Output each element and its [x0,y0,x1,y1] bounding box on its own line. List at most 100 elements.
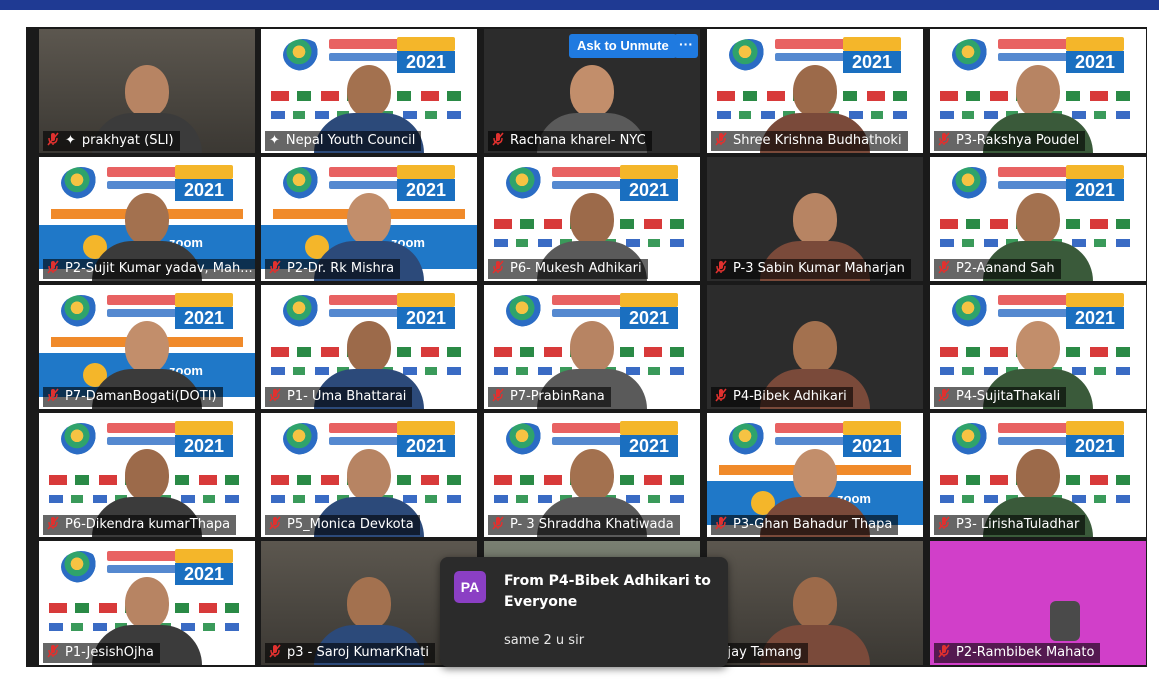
participant-tile[interactable]: 2021 P6- Mukesh Adhikari [484,157,700,281]
muted-mic-icon [715,132,727,146]
participant-tile[interactable]: 2021 P1- Uma Bhattarai [261,285,477,409]
participant-name: P7-PrabinRana [510,389,605,404]
participant-name: P4-SujitaThakali [956,389,1061,404]
banner-date-block [1066,293,1124,307]
participant-name: Bijay Tamang [715,645,802,660]
participant-name-label: P7-PrabinRana [488,387,611,407]
participant-name: p3 - Saroj KumarKhati [287,645,429,660]
participant-tile[interactable]: 2021 zoom P2-Dr. Rk Mishra [261,157,477,281]
participant-name-label: P1- Uma Bhattarai [265,387,413,407]
chat-sender-avatar: PA [454,571,486,603]
participant-tile[interactable]: 2021 ✦ Nepal Youth Council [261,29,477,153]
participant-tile[interactable]: 2021 P1-JesishOjha [39,541,255,665]
participant-tile[interactable]: 2021 P6-Dikendra kumarThapa [39,413,255,537]
muted-mic-icon [47,132,59,146]
banner-date-block [397,421,455,435]
banner-date-block [175,293,233,307]
participant-name-label: Shree Krishna Budhathoki [711,131,908,151]
participant-name-label: P3-Rakshya Poudel [934,131,1086,151]
chat-notification-popup[interactable]: PA From P4-Bibek Adhikari to Everyone sa… [440,557,728,667]
participant-name: P3-Ghan Bahadur Thapa [733,517,893,532]
more-options-button[interactable]: ··· [674,34,698,58]
participant-name: P2-Dr. Rk Mishra [287,261,395,276]
banner-date-block [620,165,678,179]
participant-name-label: P7-DamanBogati(DOTI) [43,387,223,407]
participant-name: P3- LirishaTuladhar [956,517,1080,532]
ask-to-unmute-button[interactable]: Ask to Unmute [569,34,677,58]
participant-name: P6-Dikendra kumarThapa [65,517,231,532]
participant-name-label: ✦ prakhyat (SLI) [43,131,180,151]
participant-tile[interactable]: P4-Bibek Adhikari [707,285,923,409]
participant-tile[interactable]: ✦ prakhyat (SLI) [39,29,255,153]
participant-name: Nepal Youth Council [285,133,416,148]
participant-tile[interactable]: 2021 P4-SujitaThakali [930,285,1146,409]
banner-date-block [620,293,678,307]
muted-mic-icon [269,260,281,274]
participant-name-label: P- 3 Shraddha Khatiwada [488,515,680,535]
participant-tile[interactable]: 2021 P5_Monica Devkota [261,413,477,537]
muted-mic-icon [269,644,281,658]
banner-date-block [843,37,901,51]
participant-tile[interactable]: Bijay Tamang [707,541,923,665]
banner-date-block [1066,421,1124,435]
participant-name: Shree Krishna Budhathoki [733,133,902,148]
participant-name: P2-Rambibek Mahato [956,645,1095,660]
muted-mic-icon [715,388,727,402]
participant-name-label: P1-JesishOjha [43,643,160,663]
banner-date-block [397,37,455,51]
banner-date-block [843,421,901,435]
participant-name: Rachana kharel- NYC [510,133,646,148]
participant-name-label: ✦ Nepal Youth Council [265,131,422,151]
participant-name: P4-Bibek Adhikari [733,389,847,404]
participant-tile[interactable]: 2021 P7-PrabinRana [484,285,700,409]
participant-name-label: P4-SujitaThakali [934,387,1067,407]
participant-name: P5_Monica Devkota [287,517,414,532]
banner-date-block [397,293,455,307]
window-top-bar [0,0,1159,10]
participant-name-label: P6-Dikendra kumarThapa [43,515,237,535]
participant-name-label: P6- Mukesh Adhikari [488,259,648,279]
webcam-placeholder [1050,601,1080,641]
participant-name-label: Rachana kharel- NYC [488,131,652,151]
muted-mic-icon [269,388,281,402]
participant-tile[interactable]: P-3 Sabin Kumar Maharjan [707,157,923,281]
participant-name-label: p3 - Saroj KumarKhati [265,643,435,663]
participant-name-label: P2-Dr. Rk Mishra [265,259,401,279]
muted-mic-icon [492,260,504,274]
muted-mic-icon [47,516,59,530]
muted-mic-icon [938,388,950,402]
chat-message-text: same 2 u sir [504,633,585,648]
participant-tile[interactable]: 2021 zoom P2-Sujit Kumar yadav, Mah... [39,157,255,281]
participant-tile[interactable]: 2021 Shree Krishna Budhathoki [707,29,923,153]
banner-date-block [397,165,455,179]
participant-tile[interactable]: 2021 P- 3 Shraddha Khatiwada [484,413,700,537]
participant-name-label: P2-Rambibek Mahato [934,643,1101,663]
muted-mic-icon [938,132,950,146]
banner-date-block [620,421,678,435]
participant-tile[interactable]: P2-Rambibek Mahato [930,541,1146,665]
muted-mic-icon [269,516,281,530]
participant-tile[interactable]: 2021 zoom P3-Ghan Bahadur Thapa [707,413,923,537]
pin-icon: ✦ [65,133,76,148]
participant-name: P1-JesishOjha [65,645,154,660]
muted-mic-icon [47,644,59,658]
pin-icon: ✦ [269,133,280,148]
participant-tile[interactable]: 2021 P2-Aanand Sah [930,157,1146,281]
participant-tile[interactable]: 2021 P3- LirishaTuladhar [930,413,1146,537]
participant-tile[interactable]: 2021 zoom P7-DamanBogati(DOTI) [39,285,255,409]
muted-mic-icon [938,516,950,530]
banner-date-block [175,549,233,563]
participant-name-label: P5_Monica Devkota [265,515,420,535]
participant-name: P3-Rakshya Poudel [956,133,1080,148]
banner-date-block [175,165,233,179]
participant-name-label: P4-Bibek Adhikari [711,387,853,407]
muted-mic-icon [715,516,727,530]
participant-tile[interactable]: 2021 P3-Rakshya Poudel [930,29,1146,153]
participant-name-label: P-3 Sabin Kumar Maharjan [711,259,911,279]
participant-name: P7-DamanBogati(DOTI) [65,389,217,404]
muted-mic-icon [715,260,727,274]
participant-name: P- 3 Shraddha Khatiwada [510,517,674,532]
muted-mic-icon [938,644,950,658]
muted-mic-icon [492,388,504,402]
muted-mic-icon [492,516,504,530]
